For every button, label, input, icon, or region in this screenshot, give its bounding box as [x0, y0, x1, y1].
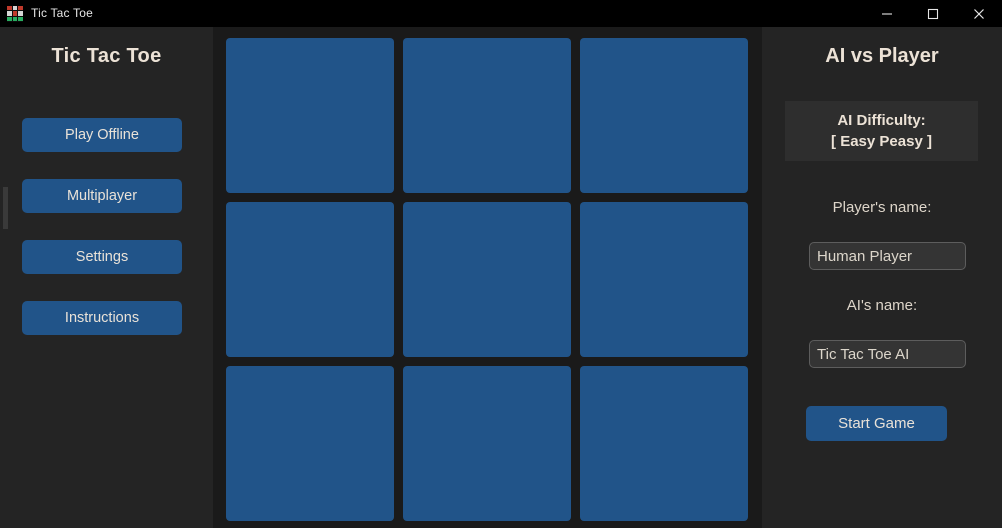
board-cell[interactable]	[226, 366, 394, 521]
application-window: Tic Tac Toe Tic Tac Toe Play Offline Mul…	[0, 0, 1002, 528]
tic-tac-toe-grid-icon	[7, 5, 23, 22]
ai-difficulty-value: [ Easy Peasy ]	[831, 133, 932, 150]
game-board-grid	[226, 38, 748, 521]
game-mode-title: AI vs Player	[825, 45, 939, 67]
board-cell[interactable]	[580, 366, 748, 521]
player-name-label: Player's name:	[832, 199, 932, 216]
sidebar-title: Tic Tac Toe	[51, 45, 162, 67]
sidebar-item-play-offline[interactable]: Play Offline	[22, 118, 182, 152]
sidebar-item-multiplayer[interactable]: Multiplayer	[22, 179, 182, 213]
board-cell[interactable]	[403, 366, 571, 521]
ai-difficulty-selector[interactable]: AI Difficulty: [ Easy Peasy ]	[785, 101, 978, 161]
window-title: Tic Tac Toe	[31, 6, 94, 20]
sidebar: Tic Tac Toe Play Offline Multiplayer Set…	[0, 27, 213, 528]
board-cell[interactable]	[403, 202, 571, 357]
maximize-button[interactable]	[910, 0, 956, 27]
minimize-button[interactable]	[864, 0, 910, 27]
board-cell[interactable]	[226, 202, 394, 357]
ai-difficulty-label: AI Difficulty:	[837, 112, 926, 129]
start-game-button[interactable]: Start Game	[806, 406, 947, 441]
game-board-area	[213, 27, 762, 528]
title-bar: Tic Tac Toe	[0, 0, 1002, 27]
sidebar-item-settings[interactable]: Settings	[22, 240, 182, 274]
sidebar-scrollbar-thumb[interactable]	[3, 187, 8, 229]
right-panel: AI vs Player AI Difficulty: [ Easy Peasy…	[762, 27, 1002, 528]
sidebar-item-instructions[interactable]: Instructions	[22, 301, 182, 335]
board-cell[interactable]	[403, 38, 571, 193]
board-cell[interactable]	[580, 202, 748, 357]
board-cell[interactable]	[580, 38, 748, 193]
ai-name-input[interactable]	[809, 340, 966, 368]
board-cell[interactable]	[226, 38, 394, 193]
player-name-input[interactable]	[809, 242, 966, 270]
main-content: Tic Tac Toe Play Offline Multiplayer Set…	[0, 27, 1002, 528]
close-button[interactable]	[956, 0, 1002, 27]
ai-name-label: AI's name:	[846, 297, 918, 314]
